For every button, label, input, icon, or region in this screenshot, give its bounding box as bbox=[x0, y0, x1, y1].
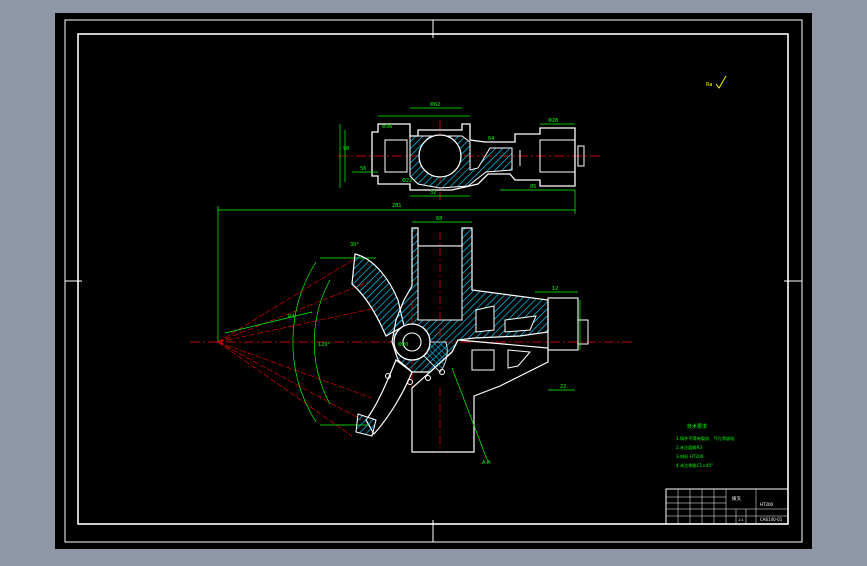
dim-text: Φ22 bbox=[402, 178, 412, 184]
notes-title: 技术要求 bbox=[687, 423, 707, 430]
section-label: A-A bbox=[482, 460, 491, 466]
svg-text:Ra: Ra bbox=[706, 82, 712, 88]
dim-text: 98 bbox=[343, 146, 349, 152]
drawing-canvas: Φ62 Φ36 98 32 Φ28 85 Φ22 64 56 281 68 R4… bbox=[55, 13, 812, 549]
dim-text: 85 bbox=[530, 184, 536, 190]
scale: 1:1 bbox=[738, 518, 744, 522]
dim-text: R4 bbox=[288, 314, 295, 320]
dim-text: 56 bbox=[360, 166, 366, 172]
dim-text: Φ28 bbox=[548, 118, 558, 124]
material: HT200 bbox=[760, 502, 774, 507]
dim-text: Φ62 bbox=[430, 102, 440, 108]
dim-text: 120° bbox=[318, 342, 331, 348]
dim-text: 64 bbox=[488, 136, 494, 142]
dim-text: Φ36 bbox=[382, 124, 392, 130]
dim-text: 68 bbox=[436, 216, 442, 222]
note-line: 1.铸件不得有裂纹、气孔等缺陷 bbox=[676, 435, 734, 442]
part-name: 拨叉 bbox=[732, 495, 741, 502]
dim-text: 32 bbox=[430, 190, 436, 196]
drawing-number: CA6140-01 bbox=[760, 517, 783, 522]
note-line: 3.材料 HT200 bbox=[676, 453, 704, 460]
note-line: 2.未注圆角R3 bbox=[676, 444, 703, 451]
dim-text: 12 bbox=[552, 286, 558, 292]
note-line: 4.未注倒角C1×45° bbox=[676, 462, 713, 469]
dim-text: 22 bbox=[560, 384, 566, 390]
dim-text: 30° bbox=[350, 242, 359, 248]
dim-text: Φ20 bbox=[398, 342, 408, 348]
dim-text: 281 bbox=[392, 203, 402, 209]
cad-viewport[interactable]: Φ62 Φ36 98 32 Φ28 85 Φ22 64 56 281 68 R4… bbox=[0, 0, 867, 562]
